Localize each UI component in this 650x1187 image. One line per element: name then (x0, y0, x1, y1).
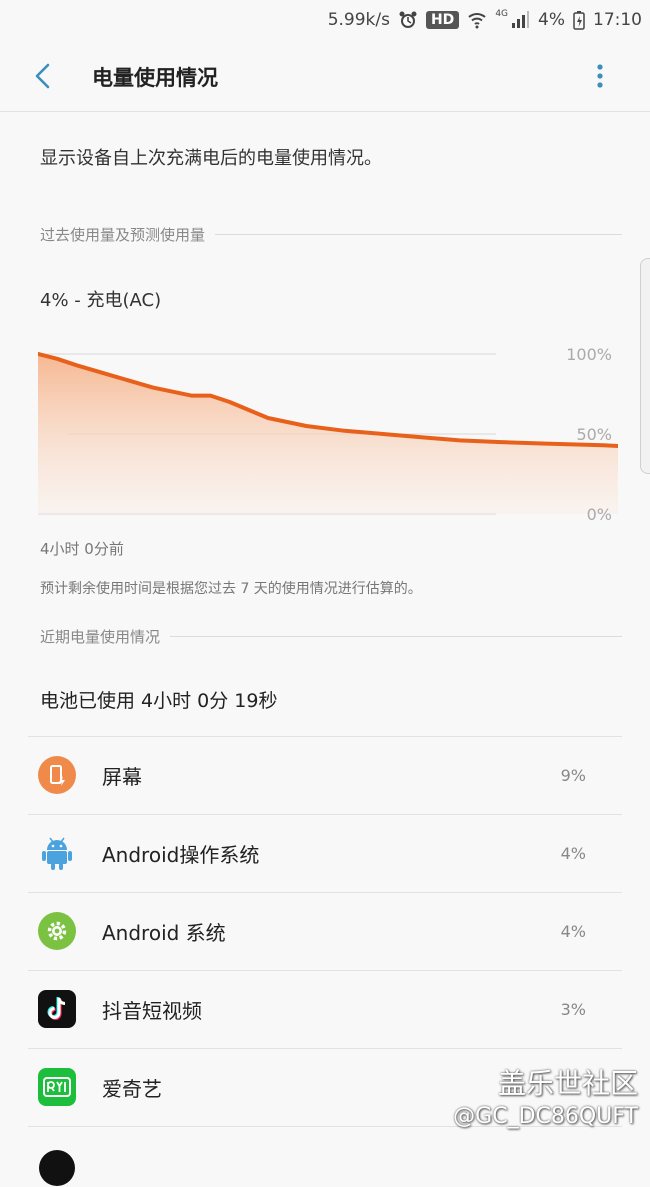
back-arrow-icon (35, 63, 50, 89)
network-type: 4G (495, 9, 509, 19)
chart-start-time: 4小时 0分前 (40, 540, 124, 558)
android-icon (42, 837, 72, 870)
wifi-icon (467, 10, 487, 30)
app-name: Android 系统 (102, 921, 226, 945)
screen-icon (38, 756, 76, 794)
scroll-handle[interactable] (640, 258, 650, 474)
app-name: 抖音短视频 (102, 999, 202, 1023)
net-speed: 5.99k/s (327, 10, 390, 30)
signal-icon (510, 10, 530, 30)
app-percent: 4% (560, 844, 586, 863)
app-row-android-os[interactable]: Android操作系统 4% (28, 814, 622, 892)
section-divider (215, 233, 622, 235)
description-text: 显示设备自上次充满电后的电量使用情况。 (40, 148, 382, 169)
y-tick-label: 100% (566, 345, 612, 364)
app-row-partial[interactable] (28, 1126, 622, 1186)
battery-charging-icon (573, 10, 585, 30)
back-button[interactable] (28, 60, 60, 92)
app-bar: 电量使用情况 (0, 40, 650, 112)
alarm-icon (398, 10, 418, 30)
watermark-title: 盖乐世社区 (497, 1067, 638, 1100)
clock: 17:10 (593, 10, 642, 30)
status-bar: 5.99k/s HD 4G 4% 17:10 (0, 0, 650, 40)
y-tick-label: 0% (587, 505, 612, 524)
recent-section-title: 近期电量使用情况 (40, 627, 161, 646)
more-vert-icon (597, 64, 603, 88)
app-row-android-system[interactable]: Android 系统 4% (28, 892, 622, 970)
app-name: Android操作系统 (102, 843, 260, 867)
y-tick-label: 50% (576, 425, 612, 444)
hd-badge: HD (425, 11, 460, 29)
estimate-note: 预计剩余使用时间是根据您过去 7 天的使用情况进行估算的。 (40, 581, 422, 597)
tiktok-icon (38, 990, 76, 1028)
app-name: 爱奇艺 (102, 1077, 162, 1101)
section-divider (170, 635, 622, 637)
app-row-screen[interactable]: 屏幕 9% (28, 736, 622, 814)
usage-section-header: 过去使用量及预测使用量 (40, 222, 622, 246)
app-percent: 9% (560, 766, 586, 785)
more-options-button[interactable] (586, 60, 614, 92)
app-percent: 4% (560, 922, 586, 941)
battery-used-duration: 电池已使用 4小时 0分 19秒 (40, 690, 278, 712)
page-title: 电量使用情况 (92, 66, 218, 90)
app-name: 屏幕 (102, 765, 142, 789)
recent-section-header: 近期电量使用情况 (40, 624, 622, 648)
app-icon-partial (39, 1150, 75, 1186)
battery-usage-chart: 100% 50% 0% (38, 345, 618, 524)
iqiyi-icon (38, 1068, 76, 1106)
battery-percent: 4% (538, 10, 565, 30)
app-percent: 3% (560, 1000, 586, 1019)
watermark-user: @GC_DC86QUFT (453, 1104, 638, 1129)
app-row-douyin[interactable]: 抖音短视频 3% (28, 970, 622, 1048)
gear-icon (38, 912, 76, 950)
usage-section-title: 过去使用量及预测使用量 (40, 225, 206, 244)
charge-status: 4% - 充电(AC) (40, 290, 162, 311)
